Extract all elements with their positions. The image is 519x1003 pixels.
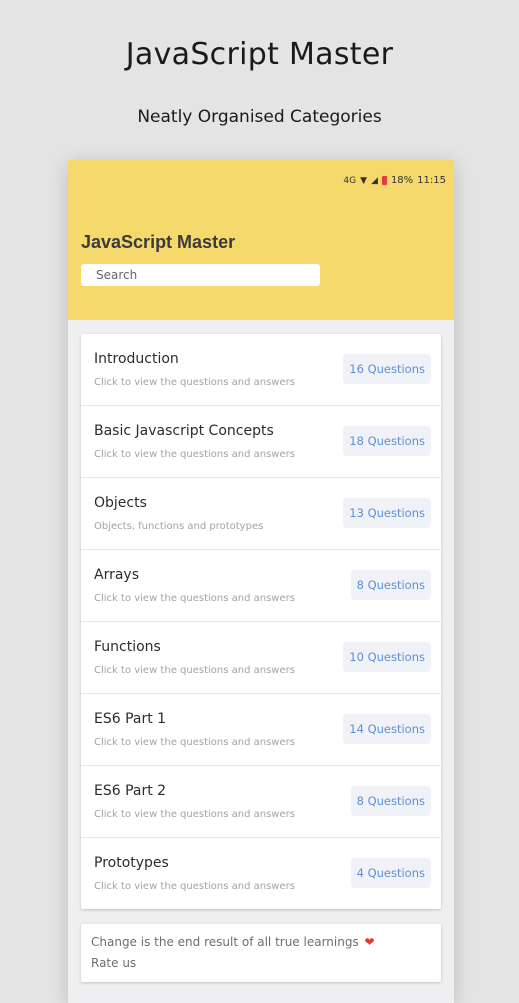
category-description: Click to view the questions and answers <box>94 737 295 748</box>
category-description: Click to view the questions and answers <box>94 377 295 388</box>
question-count-badge: 16 Questions <box>343 354 431 384</box>
wifi-icon: ▼ <box>360 175 368 186</box>
category-title: Objects <box>94 495 147 511</box>
category-description: Click to view the questions and answers <box>94 809 295 820</box>
quote-text: Change is the end result of all true lea… <box>91 935 359 949</box>
category-description: Click to view the questions and answers <box>94 449 295 460</box>
category-title: Prototypes <box>94 855 169 871</box>
question-count-badge: 8 Questions <box>350 570 431 600</box>
status-bar: 4G ▼ ◢ 18% 11:15 <box>343 175 446 186</box>
category-title: Functions <box>94 639 161 655</box>
signal-icon: ◢ <box>371 175 378 186</box>
heart-icon: ❤ <box>364 935 375 949</box>
battery-icon <box>381 176 387 185</box>
question-count-badge: 18 Questions <box>343 426 431 456</box>
search-input[interactable] <box>81 264 320 286</box>
category-item-prototypes[interactable]: Prototypes Click to view the questions a… <box>81 838 441 909</box>
quote-line: Change is the end result of all true lea… <box>91 935 375 949</box>
category-description: Objects, functions and prototypes <box>94 521 264 532</box>
promo-subtitle: Neatly Organised Categories <box>137 107 382 127</box>
category-description: Click to view the questions and answers <box>94 593 295 604</box>
category-item-introduction[interactable]: Introduction Click to view the questions… <box>81 334 441 406</box>
footer-card: Change is the end result of all true lea… <box>81 924 441 982</box>
promo-title: JavaScript Master <box>125 37 394 72</box>
category-item-arrays[interactable]: Arrays Click to view the questions and a… <box>81 550 441 622</box>
rate-us-link[interactable]: Rate us <box>91 956 136 970</box>
question-count-badge: 10 Questions <box>343 642 431 672</box>
category-description: Click to view the questions and answers <box>94 881 295 892</box>
phone-screen: 4G ▼ ◢ 18% 11:15 JavaScript Master Intro… <box>68 160 454 1003</box>
category-title: ES6 Part 1 <box>94 711 167 727</box>
category-title: Introduction <box>94 351 179 367</box>
clock: 11:15 <box>417 175 446 186</box>
category-title: ES6 Part 2 <box>94 783 167 799</box>
category-title: Basic Javascript Concepts <box>94 423 274 439</box>
category-item-functions[interactable]: Functions Click to view the questions an… <box>81 622 441 694</box>
app-title: JavaScript Master <box>81 232 236 252</box>
category-title: Arrays <box>94 567 140 583</box>
category-item-basic-javascript-concepts[interactable]: Basic Javascript Concepts Click to view … <box>81 406 441 478</box>
question-count-badge: 8 Questions <box>350 786 431 816</box>
app-header: 4G ▼ ◢ 18% 11:15 JavaScript Master <box>68 160 454 320</box>
question-count-badge: 13 Questions <box>343 498 431 528</box>
network-type-icon: 4G <box>343 175 357 186</box>
question-count-badge: 14 Questions <box>343 714 431 744</box>
category-item-objects[interactable]: Objects Objects, functions and prototype… <box>81 478 441 550</box>
category-item-es6-part-2[interactable]: ES6 Part 2 Click to view the questions a… <box>81 766 441 838</box>
battery-percent: 18% <box>390 175 414 186</box>
category-item-es6-part-1[interactable]: ES6 Part 1 Click to view the questions a… <box>81 694 441 766</box>
question-count-badge: 4 Questions <box>350 858 431 888</box>
category-description: Click to view the questions and answers <box>94 665 295 676</box>
category-list: Introduction Click to view the questions… <box>81 334 441 909</box>
